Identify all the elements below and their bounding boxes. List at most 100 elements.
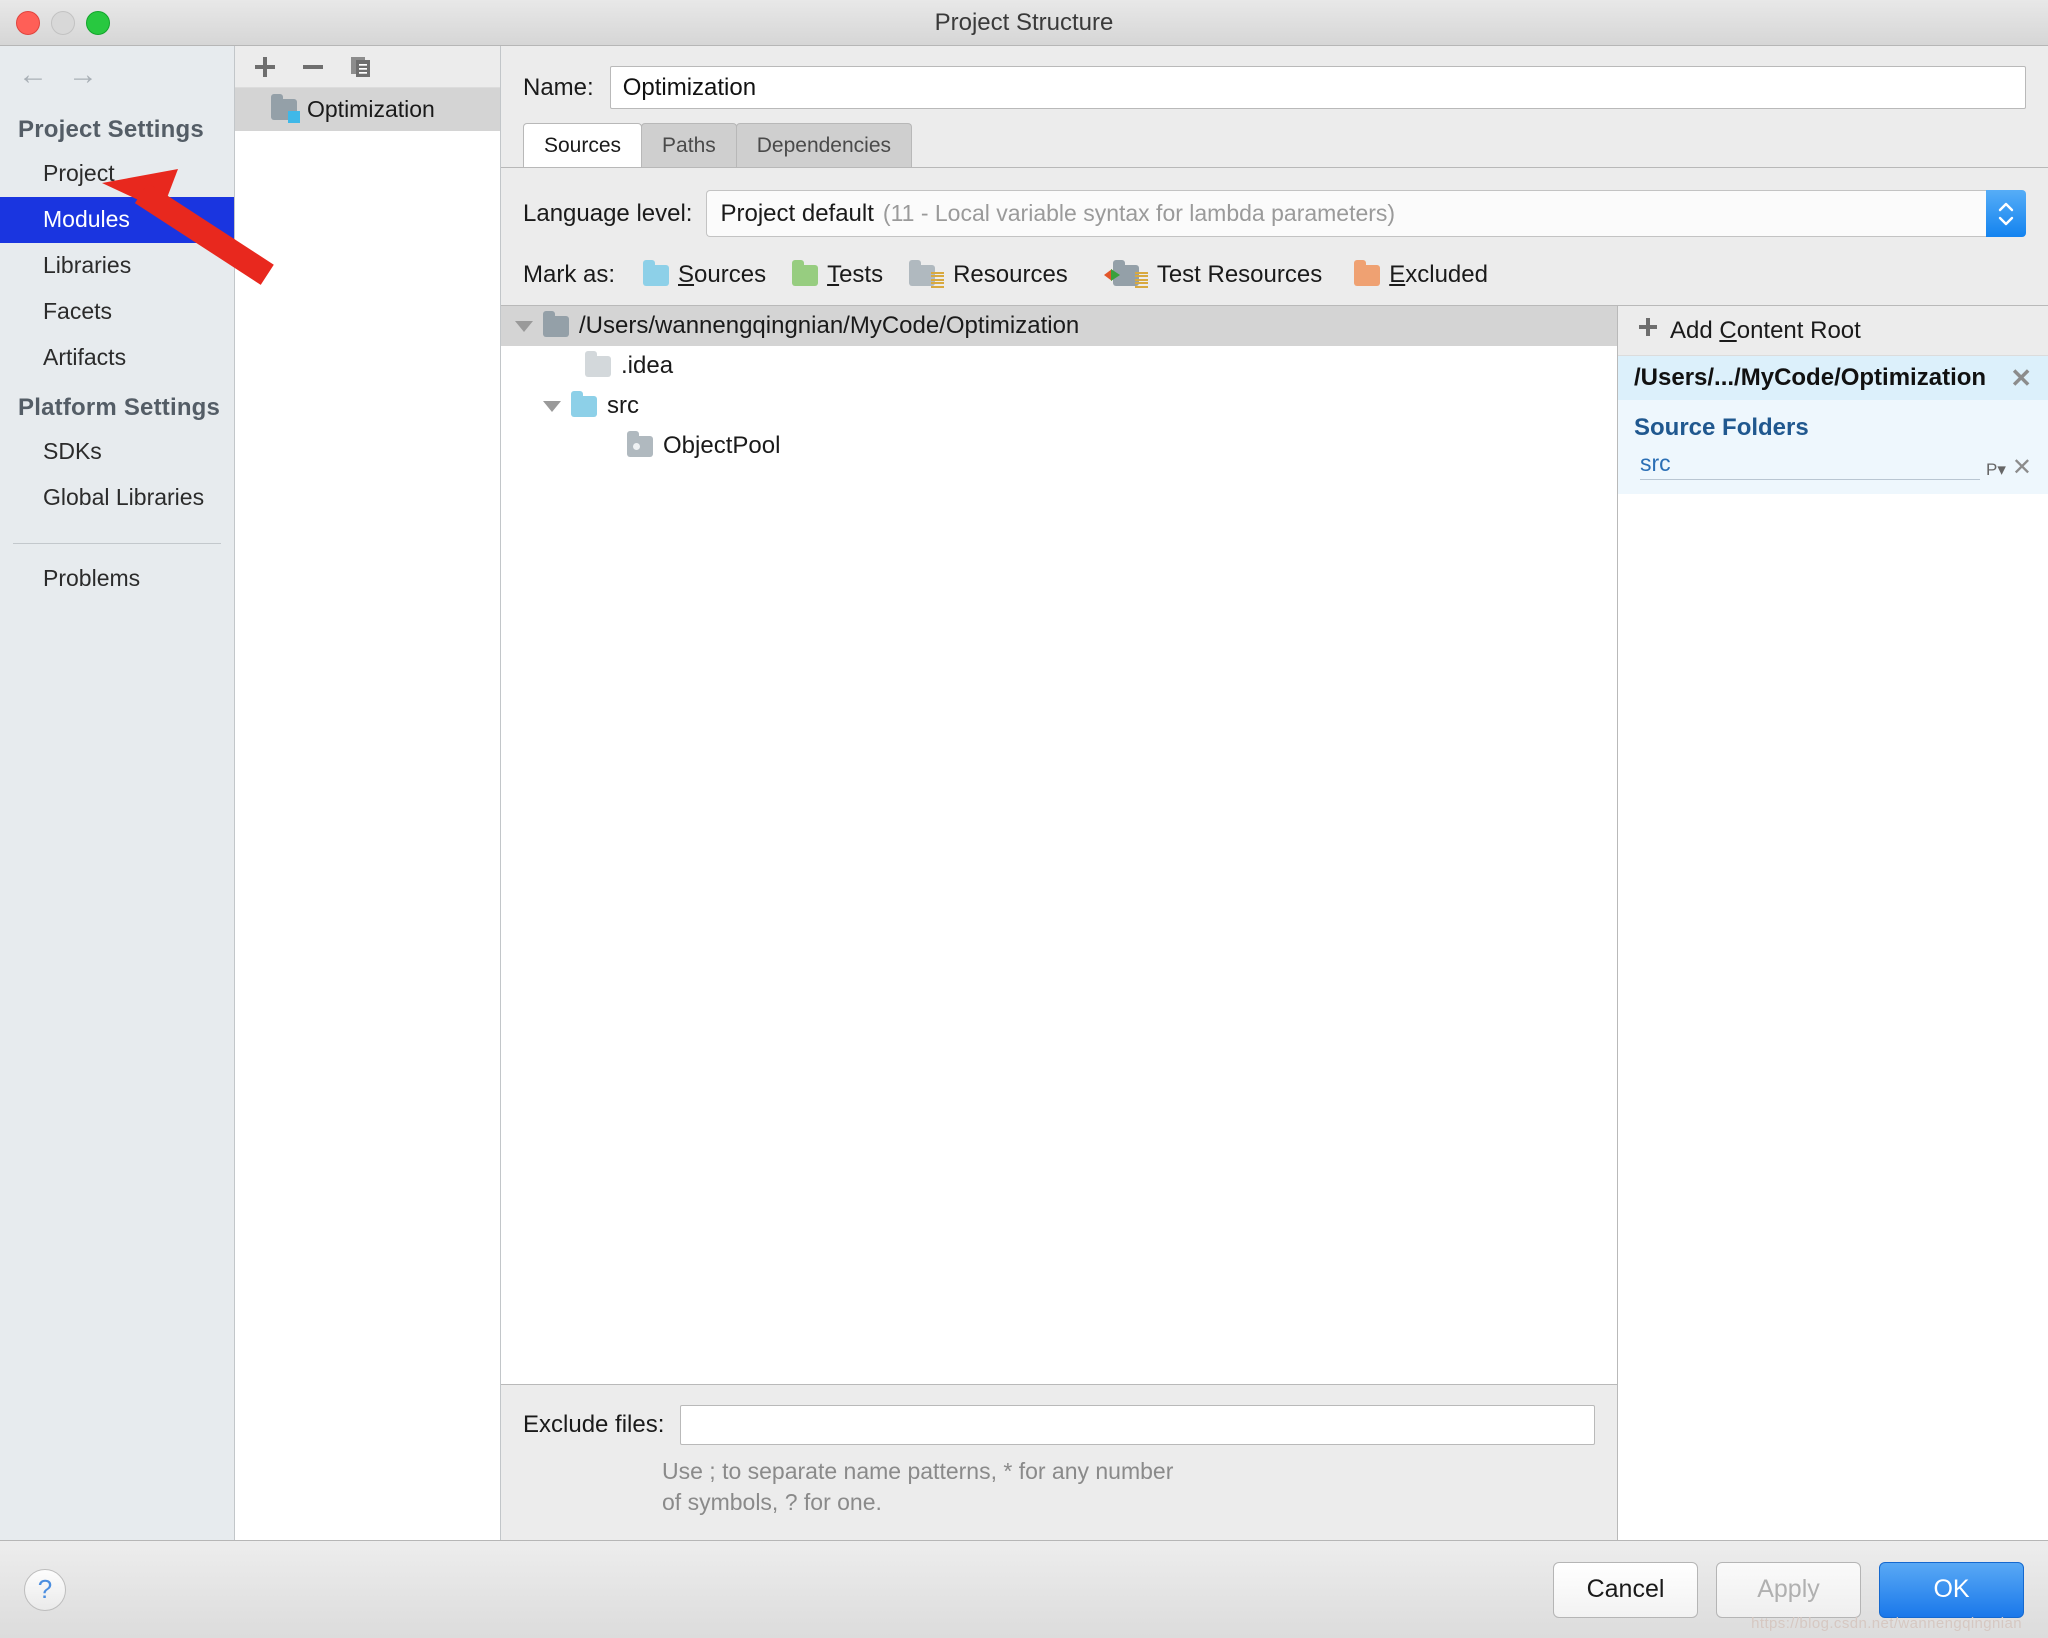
folder-package-icon (627, 436, 653, 457)
tab-sources[interactable]: Sources (523, 123, 642, 167)
tree-row[interactable]: .idea (501, 346, 1617, 386)
sidebar-item-problems[interactable]: Problems (0, 544, 234, 602)
package-prefix-icon[interactable]: P▾ (1986, 460, 2006, 480)
module-list-item-label: Optimization (307, 96, 435, 123)
mark-as-test-resources-label: Test Resources (1157, 261, 1322, 288)
tree-row[interactable]: ObjectPool (501, 426, 1617, 466)
sidebar-group-project-settings: Project Settings (0, 102, 234, 151)
mark-as-sources-button[interactable]: Sources (643, 261, 766, 289)
folder-resources-icon (909, 265, 935, 286)
content-root-path: /Users/.../MyCode/Optimization (1634, 364, 1986, 392)
tree-row-label: ObjectPool (663, 432, 780, 460)
mark-as-tests-button[interactable]: Tests (792, 261, 883, 289)
module-tabs: Sources Paths Dependencies (501, 123, 2048, 168)
add-content-root-post: ontent Root (1737, 317, 1861, 344)
folder-slate-icon (543, 316, 569, 337)
dialog-footer: ? Cancel Apply OK https://blog.csdn.net/… (0, 1540, 2048, 1638)
remove-content-root-icon[interactable]: ✕ (2010, 365, 2032, 391)
copy-module-icon[interactable] (348, 54, 374, 80)
source-folder-name[interactable]: src (1640, 450, 1980, 480)
content-roots-tree[interactable]: /Users/wannengqingnian/MyCode/Optimizati… (501, 306, 1617, 1384)
sidebar-item-facets[interactable]: Facets (0, 289, 234, 335)
remove-module-icon[interactable] (300, 54, 326, 80)
tree-row-label: /Users/wannengqingnian/MyCode/Optimizati… (579, 312, 1079, 340)
add-module-icon[interactable] (252, 54, 278, 80)
tree-row[interactable]: src (501, 386, 1617, 426)
language-level-combobox[interactable]: Project default (11 - Local variable syn… (706, 190, 2026, 237)
folder-blue-icon (643, 265, 669, 286)
language-level-value-sub: (11 - Local variable syntax for lambda p… (883, 200, 1395, 227)
remove-source-folder-icon[interactable]: ✕ (2012, 456, 2032, 480)
help-button[interactable]: ? (24, 1569, 66, 1611)
chevron-down-icon[interactable] (515, 321, 533, 332)
sidebar-item-libraries[interactable]: Libraries (0, 243, 234, 289)
chevron-updown-icon[interactable] (1986, 190, 2026, 237)
folder-blue-icon (571, 396, 597, 417)
project-structure-dialog: Project Structure ← → Project Settings P… (0, 0, 2048, 1638)
tab-paths[interactable]: Paths (641, 123, 737, 167)
exclude-files-section: Exclude files: Use ; to separate name pa… (501, 1384, 1617, 1540)
sidebar-item-global-libraries[interactable]: Global Libraries (0, 475, 234, 521)
folder-orange-icon (1354, 265, 1380, 286)
content-root-block: /Users/.../MyCode/Optimization ✕ Source … (1618, 356, 2048, 494)
forward-arrow-icon[interactable]: → (68, 60, 98, 90)
language-level-value-main: Project default (720, 200, 873, 228)
exclude-files-row: Exclude files: (523, 1405, 1595, 1445)
mark-as-row: Mark as: Sources Tests Resources (501, 243, 2048, 305)
exclude-files-hint: Use ; to separate name patterns, * for a… (662, 1456, 1182, 1518)
chevron-down-icon[interactable] (543, 401, 561, 412)
content-root-header[interactable]: /Users/.../MyCode/Optimization ✕ (1618, 356, 2048, 400)
mark-as-test-resources-button[interactable]: Test Resources (1104, 261, 1322, 289)
content-roots-tree-pane: /Users/wannengqingnian/MyCode/Optimizati… (501, 306, 1618, 1540)
folder-test-resources-icon (1113, 265, 1139, 286)
module-name-input[interactable] (610, 66, 2026, 109)
add-content-root-mnemonic: C (1719, 317, 1736, 344)
exclude-files-label: Exclude files: (523, 1411, 664, 1439)
mark-as-resources-button[interactable]: Resources (909, 261, 1068, 289)
language-level-value[interactable]: Project default (11 - Local variable syn… (706, 190, 1986, 237)
sidebar-item-sdks[interactable]: SDKs (0, 429, 234, 475)
module-list-item-optimization[interactable]: Optimization (235, 88, 500, 131)
language-level-row: Language level: Project default (11 - Lo… (501, 168, 2048, 243)
sidebar-item-project[interactable]: Project (0, 151, 234, 197)
tab-dependencies[interactable]: Dependencies (736, 123, 912, 167)
ok-button[interactable]: OK (1879, 1562, 2024, 1618)
mark-as-tests-label: ests (839, 261, 883, 288)
tree-row-label: src (607, 392, 639, 420)
mark-as-label: Mark as: (523, 261, 615, 289)
modules-toolbar (235, 46, 500, 88)
tree-row[interactable]: /Users/wannengqingnian/MyCode/Optimizati… (501, 306, 1617, 346)
title-bar: Project Structure (0, 0, 2048, 46)
back-arrow-icon[interactable]: ← (18, 60, 48, 90)
sidebar-item-artifacts[interactable]: Artifacts (0, 335, 234, 381)
apply-button[interactable]: Apply (1716, 1562, 1861, 1618)
mark-as-excluded-label: xcluded (1405, 261, 1488, 288)
mark-as-sources-label: ources (694, 261, 766, 288)
footer-buttons: Cancel Apply OK (1553, 1562, 2024, 1618)
add-content-root-pre: Add (1670, 317, 1719, 344)
tree-row-label: .idea (621, 352, 673, 380)
sidebar-item-modules[interactable]: Modules (0, 197, 234, 243)
exclude-files-hint-line1: Use ; to separate name patterns, * for a… (662, 1456, 1182, 1487)
mark-as-resources-label: Resources (953, 261, 1068, 288)
settings-sidebar: ← → Project Settings Project Modules Lib… (0, 46, 235, 1540)
sidebar-group-platform-settings: Platform Settings (0, 380, 234, 429)
module-name-label: Name: (523, 74, 594, 102)
mark-as-excluded-button[interactable]: Excluded (1354, 261, 1488, 289)
modules-list-panel: Optimization (235, 46, 501, 1540)
mark-as-sources-mnemonic: S (678, 261, 694, 288)
nav-arrows: ← → (0, 46, 234, 102)
source-roots-pane: Add Content Root /Users/.../MyCode/Optim… (1618, 306, 2048, 1540)
watermark: https://blog.csdn.net/wannengqingnian (1751, 1615, 2022, 1632)
dialog-body: ← → Project Settings Project Modules Lib… (0, 46, 2048, 1540)
exclude-files-input[interactable] (680, 1405, 1595, 1445)
mark-as-excluded-mnemonic: E (1389, 261, 1405, 288)
add-content-root-button[interactable]: Add Content Root (1618, 306, 2048, 356)
plus-icon (1636, 315, 1660, 346)
language-level-label: Language level: (523, 200, 692, 228)
content-split: /Users/wannengqingnian/MyCode/Optimizati… (501, 305, 2048, 1540)
cancel-button[interactable]: Cancel (1553, 1562, 1698, 1618)
folder-green-icon (792, 265, 818, 286)
source-folder-entry[interactable]: src P▾ ✕ (1618, 450, 2048, 494)
source-folders-title: Source Folders (1618, 400, 2048, 450)
